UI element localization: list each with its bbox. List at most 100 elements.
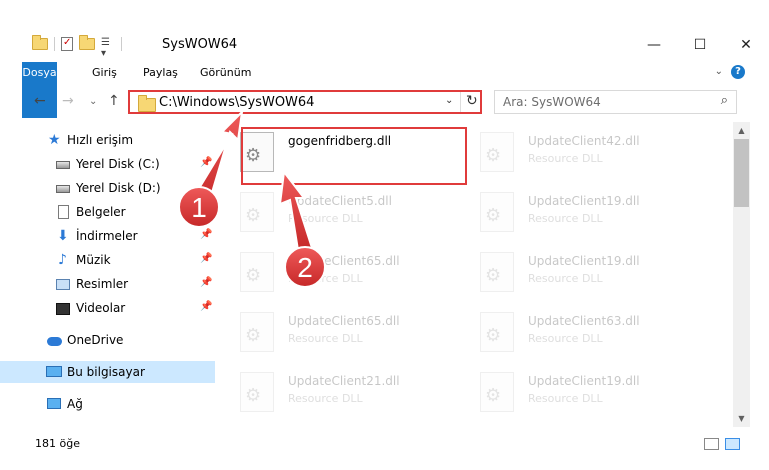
dll-file-icon: [240, 372, 274, 412]
sidebar-item-music[interactable]: ♪ Müzik 📌: [0, 249, 215, 271]
ribbon-tabs: Dosya Giriş Paylaş Görünüm ⌄ ?: [0, 62, 769, 118]
refresh-icon[interactable]: ↻: [466, 93, 478, 109]
maximize-button[interactable]: ☐: [677, 30, 723, 60]
tab-giris[interactable]: Giriş: [82, 62, 127, 84]
file-type: Resource DLL: [288, 332, 363, 345]
scroll-up-icon[interactable]: ▲: [733, 122, 750, 139]
sidebar-item-local-disk-d[interactable]: Yerel Disk (D:) 📌: [0, 177, 215, 199]
file-item[interactable]: UpdateClient65.dll Resource DLL: [232, 306, 464, 362]
sidebar-item-label: İndirmeler: [76, 229, 138, 243]
sidebar-item-downloads[interactable]: ⬇ İndirmeler 📌: [0, 225, 215, 247]
scroll-thumb[interactable]: [734, 139, 749, 207]
window-title: SysWOW64: [162, 37, 238, 52]
music-icon: ♪: [58, 252, 67, 268]
dll-file-icon: [240, 252, 274, 292]
toolbar-separator: [54, 37, 55, 51]
new-folder-icon[interactable]: [79, 35, 95, 50]
pin-icon[interactable]: 📌: [200, 301, 212, 312]
sidebar-item-label: Ağ: [67, 397, 83, 411]
forward-button[interactable]: →: [62, 93, 74, 109]
file-item[interactable]: UpdateClient5.dll Resource DLL: [232, 186, 464, 242]
dll-file-icon: [480, 312, 514, 352]
star-icon: ★: [48, 132, 61, 148]
properties-icon[interactable]: [61, 37, 73, 51]
vertical-scrollbar[interactable]: ▲ ▼: [733, 122, 750, 427]
network-icon: [47, 398, 61, 409]
pin-icon[interactable]: 📌: [200, 253, 212, 264]
sidebar-item-network[interactable]: Ağ: [0, 393, 215, 415]
address-path[interactable]: C:\Windows\SysWOW64: [159, 95, 314, 110]
file-name: UpdateClient19.dll: [528, 254, 640, 268]
drive-icon: [56, 161, 70, 169]
tab-paylas[interactable]: Paylaş: [133, 62, 188, 84]
minimize-button[interactable]: —: [631, 30, 677, 60]
large-icons-view-icon[interactable]: [725, 438, 740, 450]
dll-file-icon: [240, 312, 274, 352]
sidebar-item-label: Videolar: [76, 301, 126, 315]
file-name: UpdateClient21.dll: [288, 374, 400, 388]
file-type: Resource DLL: [288, 272, 363, 285]
file-type: Resource DLL: [288, 392, 363, 405]
file-type: Resource DLL: [528, 332, 603, 345]
address-dropdown-icon[interactable]: ⌄: [445, 95, 453, 106]
sidebar-item-label: Belgeler: [76, 205, 126, 219]
file-type: Resource DLL: [528, 152, 603, 165]
customize-toolbar-icon[interactable]: ☰ ▾: [101, 37, 115, 59]
pin-icon[interactable]: 📌: [200, 229, 212, 240]
search-box[interactable]: Ara: SysWOW64 ⌕: [494, 90, 737, 114]
file-item[interactable]: UpdateClient63.dll Resource DLL: [472, 306, 704, 362]
up-button[interactable]: ↑: [108, 93, 120, 109]
sidebar-item-label: Müzik: [76, 253, 111, 267]
pictures-icon: [56, 279, 70, 290]
sidebar-item-videos[interactable]: Videolar 📌: [0, 297, 215, 319]
file-highlight-box: [241, 127, 467, 185]
scroll-down-icon[interactable]: ▼: [733, 410, 750, 427]
file-type: Resource DLL: [528, 212, 603, 225]
pin-icon[interactable]: 📌: [200, 277, 212, 288]
file-name: UpdateClient65.dll: [288, 254, 400, 268]
pin-icon[interactable]: 📌: [200, 181, 212, 192]
sidebar-item-local-disk-c[interactable]: Yerel Disk (C:) 📌: [0, 153, 215, 175]
address-bar[interactable]: C:\Windows\SysWOW64 ⌄ ↻: [128, 90, 482, 114]
sidebar-item-pictures[interactable]: Resimler 📌: [0, 273, 215, 295]
file-name: UpdateClient63.dll: [528, 314, 640, 328]
file-item[interactable]: UpdateClient65.dll Resource DLL: [232, 246, 464, 302]
videos-icon: [56, 303, 70, 315]
file-type: Resource DLL: [288, 212, 363, 225]
pin-icon[interactable]: 📌: [200, 205, 212, 216]
file-name: UpdateClient19.dll: [528, 194, 640, 208]
search-icon[interactable]: ⌕: [721, 93, 728, 108]
sidebar-item-documents[interactable]: Belgeler 📌: [0, 201, 215, 223]
sidebar-item-this-pc[interactable]: Bu bilgisayar: [0, 361, 215, 383]
navigation-pane: ★ Hızlı erişim Yerel Disk (C:) 📌 Yerel D…: [0, 125, 215, 427]
file-explorer-window: ☰ ▾ SysWOW64 — ☐ ✕ Dosya Giriş Paylaş Gö…: [0, 0, 769, 470]
tab-gorunum[interactable]: Görünüm: [190, 62, 261, 84]
file-type: Resource DLL: [528, 272, 603, 285]
close-button[interactable]: ✕: [723, 30, 769, 60]
folder-icon: [138, 95, 156, 112]
file-item[interactable]: UpdateClient19.dll Resource DLL: [472, 246, 704, 302]
recent-locations-button[interactable]: ⌄: [89, 96, 97, 107]
title-bar: ☰ ▾ SysWOW64 — ☐ ✕: [0, 30, 769, 60]
folder-icon: [32, 35, 48, 50]
details-view-icon[interactable]: [704, 438, 719, 450]
dll-file-icon: [480, 372, 514, 412]
file-item[interactable]: UpdateClient19.dll Resource DLL: [472, 186, 704, 242]
file-name: UpdateClient19.dll: [528, 374, 640, 388]
pin-icon[interactable]: 📌: [200, 157, 212, 168]
file-item[interactable]: UpdateClient21.dll Resource DLL: [232, 366, 464, 422]
sidebar-item-onedrive[interactable]: OneDrive: [0, 329, 215, 351]
view-switcher: [704, 438, 740, 450]
file-item[interactable]: UpdateClient19.dll Resource DLL: [472, 366, 704, 422]
sidebar-item-label: Resimler: [76, 277, 129, 291]
downloads-icon: ⬇: [57, 228, 69, 244]
sidebar-item-label: Bu bilgisayar: [67, 365, 145, 379]
ribbon-expand-icon[interactable]: ⌄: [715, 66, 723, 77]
onedrive-icon: [47, 337, 62, 346]
file-item[interactable]: UpdateClient42.dll Resource DLL: [472, 126, 704, 182]
search-input[interactable]: Ara: SysWOW64: [503, 95, 601, 109]
sidebar-item-quick-access[interactable]: ★ Hızlı erişim: [0, 129, 215, 151]
back-button[interactable]: ←: [34, 93, 46, 109]
file-type: Resource DLL: [528, 392, 603, 405]
help-icon[interactable]: ?: [731, 65, 745, 79]
